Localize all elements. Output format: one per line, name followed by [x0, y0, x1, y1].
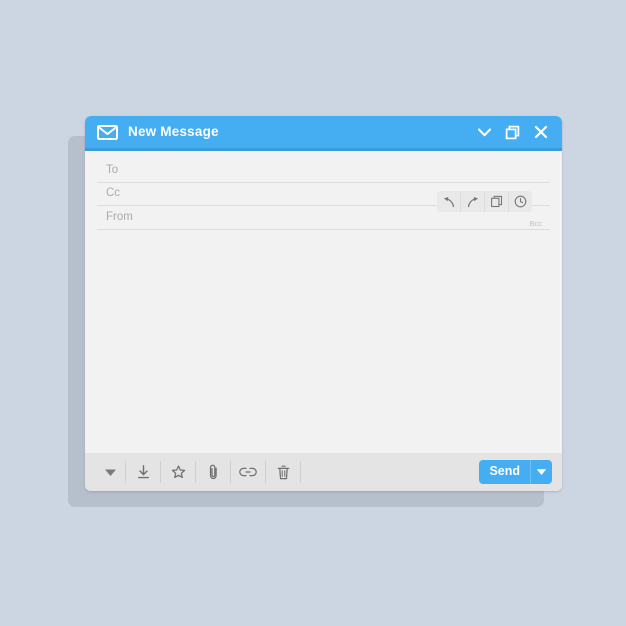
close-icon [534, 125, 548, 139]
to-field-label: To [106, 163, 119, 176]
bottom-toolbar: Send [85, 453, 562, 491]
titlebar-left-group: New Message [97, 123, 476, 140]
favorite-button[interactable] [161, 461, 196, 483]
send-options-button[interactable] [531, 460, 552, 484]
titlebar-controls [476, 124, 549, 141]
compose-message-window: New Message To Cc From Bcc Send [85, 116, 562, 491]
message-body-input[interactable] [85, 237, 562, 453]
trash-icon [277, 465, 290, 480]
attach-button[interactable] [196, 461, 231, 483]
chevron-down-icon [477, 127, 492, 138]
minimize-button[interactable] [476, 124, 493, 141]
from-field-label: From [106, 210, 133, 223]
edit-toolbar [437, 191, 532, 212]
copy-pages-icon [490, 195, 503, 208]
window-titlebar: New Message [85, 116, 562, 151]
copy-button[interactable] [485, 191, 509, 212]
info-button[interactable] [509, 191, 532, 212]
redo-arrow-icon [466, 196, 480, 208]
insert-link-button[interactable] [231, 461, 266, 483]
undo-button[interactable] [437, 191, 461, 212]
delete-button[interactable] [266, 461, 301, 483]
save-draft-button[interactable] [126, 461, 161, 483]
close-button[interactable] [532, 124, 549, 141]
restore-button[interactable] [504, 124, 521, 141]
send-button[interactable]: Send [479, 460, 531, 484]
bcc-toggle-label[interactable]: Bcc [529, 220, 542, 228]
triangle-down-icon [536, 463, 547, 481]
download-icon [137, 465, 150, 479]
redo-button[interactable] [461, 191, 485, 212]
envelope-icon [97, 124, 118, 140]
send-button-group: Send [479, 460, 552, 484]
bottom-tool-group [95, 461, 301, 483]
undo-arrow-icon [442, 196, 456, 208]
formatting-dropdown-button[interactable] [95, 461, 126, 483]
paperclip-icon [208, 464, 219, 480]
info-circle-icon [514, 195, 527, 208]
window-title: New Message [128, 123, 219, 139]
restore-window-icon [505, 125, 520, 140]
link-icon [239, 467, 257, 477]
to-field[interactable]: To [97, 159, 550, 183]
star-icon [171, 465, 186, 479]
triangle-down-icon [104, 468, 117, 477]
cc-field-label: Cc [106, 187, 121, 199]
